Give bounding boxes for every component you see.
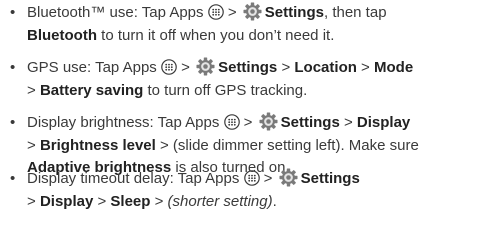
power-saving-tips-document: • Bluetooth™ use: Tap Apps > Settings, t… bbox=[0, 0, 504, 241]
battery-saving-label: Battery saving bbox=[39, 81, 144, 99]
bullet: • bbox=[10, 114, 16, 131]
apps-icon bbox=[223, 114, 240, 130]
sleep-label: Sleep bbox=[110, 192, 151, 210]
settings-label: Settings bbox=[218, 59, 278, 76]
tip-line: > Battery saving to turn off GPS trackin… bbox=[27, 81, 308, 99]
apps-icon bbox=[161, 59, 177, 75]
gear-icon bbox=[243, 2, 262, 21]
settings-label: Settings bbox=[280, 114, 340, 131]
bullet: • bbox=[10, 59, 16, 76]
tip-line: Display brightness: Tap Apps > Settings … bbox=[27, 112, 411, 131]
tip-line: > Brightness level > (slide dimmer setti… bbox=[27, 136, 419, 154]
settings-label: Settings bbox=[264, 4, 324, 21]
display-label: Display bbox=[39, 192, 94, 210]
apps-icon bbox=[207, 4, 224, 20]
gear-icon bbox=[196, 57, 215, 76]
bullet: • bbox=[10, 4, 16, 21]
settings-label: Settings bbox=[300, 170, 360, 187]
bluetooth-label: Bluetooth bbox=[27, 26, 97, 44]
tip-bluetooth: • Bluetooth™ use: Tap Apps > Settings, t… bbox=[10, 2, 502, 47]
tip-line: Bluetooth to turn it off when you don’t … bbox=[27, 26, 335, 44]
location-label: Location bbox=[294, 59, 357, 76]
display-label: Display bbox=[356, 114, 411, 131]
bullet: • bbox=[10, 170, 16, 187]
brightness-level-label: Brightness level bbox=[39, 136, 156, 154]
gear-icon bbox=[279, 168, 298, 187]
tip-line: Display timeout delay: Tap Apps > Settin… bbox=[27, 168, 360, 187]
apps-icon bbox=[243, 170, 260, 186]
tip-line: Bluetooth™ use: Tap Apps > Settings, the… bbox=[27, 2, 387, 21]
tip-line: GPS use: Tap Apps > Settings > Location … bbox=[27, 57, 414, 76]
tip-line: > Display > Sleep > (shorter setting). bbox=[27, 192, 277, 210]
tip-gps: • GPS use: Tap Apps > Settings > Locatio… bbox=[10, 57, 502, 102]
tip-display-timeout: • Display timeout delay: Tap Apps > Sett… bbox=[10, 168, 502, 213]
shorter-setting-text: (shorter setting) bbox=[167, 192, 273, 210]
mode-label: Mode bbox=[374, 59, 414, 76]
gear-icon bbox=[259, 112, 278, 131]
